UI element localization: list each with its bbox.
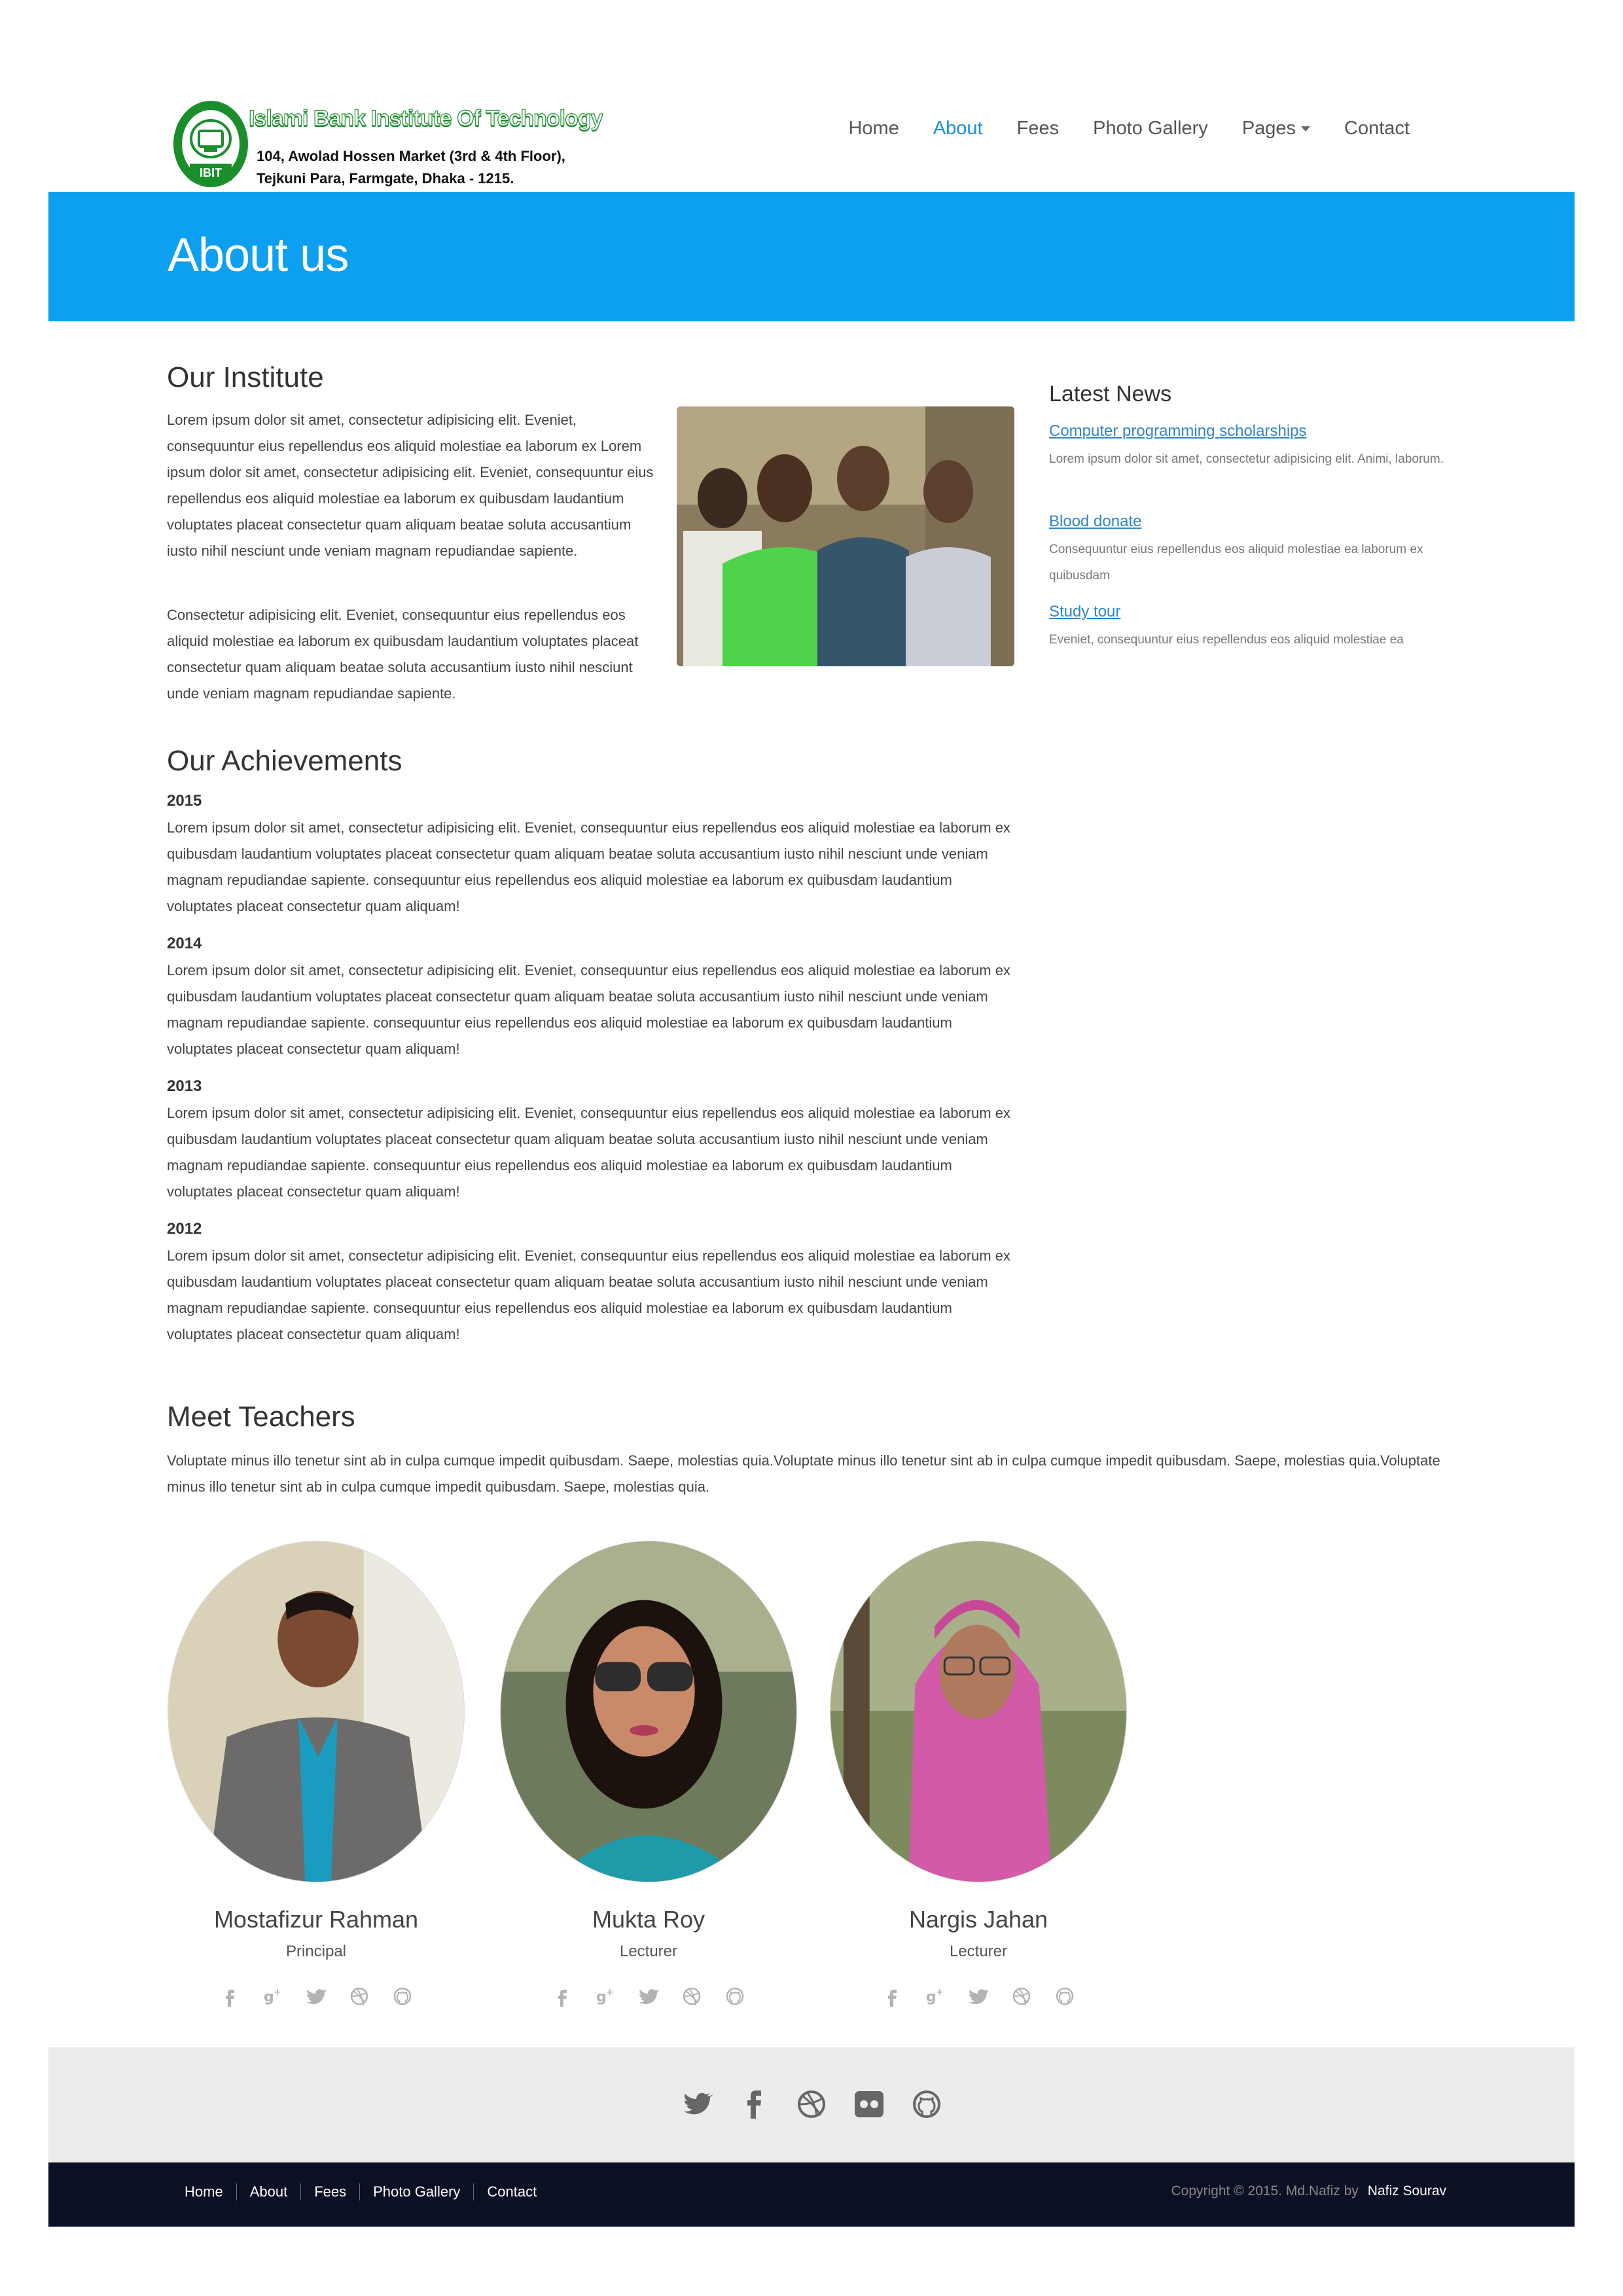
news-summary: Eveniet, consequuntur eius repellendus e… [1049, 633, 1404, 647]
page: IBIT Islami Bank Institute Of Technology… [0, 0, 1623, 2296]
page-title: About us [168, 229, 349, 281]
teachers-intro: Voluptate minus illo tenetur sint ab in … [167, 1452, 1440, 1495]
achievement-year: 2013 [167, 1077, 202, 1095]
dribbble-icon[interactable] [1010, 1984, 1033, 2008]
teacher-name: Mukta Roy [592, 1906, 705, 1933]
nav-photo-gallery[interactable]: Photo Gallery [1076, 115, 1225, 141]
logo-seal-icon: IBIT [173, 101, 248, 187]
dribbble-icon[interactable] [680, 1984, 704, 2008]
achievement-text: Lorem ipsum dolor sit amet, consectetur … [167, 962, 1010, 1057]
svg-text:g: g [926, 1989, 936, 2005]
facebook-icon[interactable] [880, 1984, 904, 2008]
github-icon[interactable] [1053, 1984, 1077, 2008]
twitter-icon[interactable] [304, 1984, 328, 2008]
google-plus-icon[interactable]: g + [594, 1984, 617, 2008]
github-icon[interactable] [391, 1984, 414, 2008]
nav-home[interactable]: Home [831, 115, 916, 141]
logo-institute-name: Islami Bank Institute Of Technology [248, 105, 603, 131]
facebook-icon[interactable] [218, 1984, 241, 2008]
github-icon[interactable] [723, 1984, 747, 2008]
caret-down-icon [1301, 126, 1311, 132]
nav-contact[interactable]: Contact [1327, 115, 1427, 141]
copyright-text: Copyright © 2015. Md.Nafiz by [1171, 2183, 1359, 2198]
flickr-icon[interactable] [852, 2085, 886, 2123]
achievement-year: 2015 [167, 792, 202, 810]
svg-text:IBIT: IBIT [200, 166, 222, 179]
institute-group-photo [677, 406, 1014, 666]
news-summary: Lorem ipsum dolor sit amet, consectetur … [1049, 452, 1444, 466]
twitter-icon[interactable] [637, 1984, 660, 2008]
footer-link-about[interactable]: About [236, 2183, 301, 2200]
svg-text:g: g [596, 1989, 607, 2005]
footer-link-fees[interactable]: Fees [300, 2183, 359, 2200]
site-logo[interactable]: IBIT Islami Bank Institute Of Technology… [171, 98, 603, 196]
svg-text:+: + [936, 1987, 944, 1998]
facebook-icon[interactable] [737, 2085, 771, 2123]
twitter-icon[interactable] [679, 2085, 713, 2123]
dribbble-icon[interactable] [348, 1984, 371, 2008]
latest-news-heading: Latest News [1049, 382, 1172, 406]
dribbble-icon[interactable] [794, 2085, 829, 2123]
teacher-name: Mostafizur Rahman [213, 1906, 419, 1933]
footer-link-contact[interactable]: Contact [473, 2183, 550, 2200]
institute-paragraph-1: Lorem ipsum dolor sit amet, consectetur … [167, 412, 654, 559]
teacher-photo [830, 1541, 1127, 1882]
nav-about[interactable]: About [916, 115, 1000, 141]
achievement-text: Lorem ipsum dolor sit amet, consectetur … [167, 819, 1010, 914]
teacher-role: Lecturer [619, 1943, 678, 1960]
twitter-icon[interactable] [967, 1984, 990, 2008]
footer-social-icons [48, 2085, 1575, 2123]
teacher-photo [168, 1541, 465, 1882]
nav-pages-dropdown[interactable]: Pages [1225, 115, 1327, 141]
achievement-year: 2012 [167, 1220, 202, 1238]
footer-link-home[interactable]: Home [177, 2183, 236, 2200]
teacher-social-links: g + [830, 1984, 1127, 2008]
main-nav: Home About Fees Photo Gallery Pages Cont… [831, 115, 1427, 141]
nav-pages-label: Pages [1241, 118, 1296, 139]
institute-paragraph-2: Consectetur adipisicing elit. Eveniet, c… [167, 607, 639, 702]
logo-address-line-1: 104, Awolad Hossen Market (3rd & 4th Flo… [257, 148, 565, 164]
teacher-social-links: g + [168, 1984, 465, 2008]
google-plus-icon[interactable]: g + [261, 1984, 285, 2008]
news-link-blood-donate[interactable]: Blood donate [1049, 512, 1141, 531]
author-name: Nafiz Sourav [1367, 2183, 1446, 2198]
google-plus-icon[interactable]: g + [923, 1984, 947, 2008]
teacher-photo [500, 1541, 797, 1882]
facebook-icon[interactable] [550, 1984, 574, 2008]
achievement-text: Lorem ipsum dolor sit amet, consectetur … [167, 1247, 1010, 1342]
news-link-computer-programming[interactable]: Computer programming scholarships [1049, 422, 1307, 440]
achievement-text: Lorem ipsum dolor sit amet, consectetur … [167, 1105, 1010, 1200]
news-link-study-tour[interactable]: Study tour [1049, 603, 1120, 621]
svg-text:+: + [606, 1987, 614, 1998]
teacher-role: Principal [285, 1943, 347, 1960]
teacher-name: Nargis Jahan [908, 1906, 1048, 1933]
logo-address: 104, Awolad Hossen Market (3rd & 4th Flo… [257, 145, 565, 190]
svg-text:+: + [274, 1987, 281, 1998]
achievement-year: 2014 [167, 935, 202, 952]
achievements-heading: Our Achievements [167, 745, 402, 777]
github-icon[interactable] [910, 2085, 944, 2123]
footer-bar: Home About Fees Photo Gallery Contact Co… [48, 2162, 1575, 2227]
svg-text:g: g [264, 1989, 274, 2005]
nav-fees[interactable]: Fees [1000, 115, 1076, 141]
news-summary: Consequuntur eius repellendus eos aliqui… [1049, 543, 1423, 583]
teacher-social-links: g + [500, 1984, 797, 2008]
logo-address-line-2: Tejkuni Para, Farmgate, Dhaka - 1215. [257, 170, 514, 187]
teachers-heading: Meet Teachers [167, 1401, 355, 1433]
teacher-role: Lecturer [949, 1943, 1008, 1960]
copyright: Copyright © 2015. Md.Nafiz by Nafiz Soura… [1171, 2183, 1447, 2199]
page-banner: About us [48, 192, 1575, 321]
footer-social-bar [48, 2047, 1575, 2162]
institute-heading: Our Institute [167, 361, 324, 393]
footer-link-photo-gallery[interactable]: Photo Gallery [359, 2183, 473, 2200]
footer-links: Home About Fees Photo Gallery Contact [177, 2183, 550, 2200]
